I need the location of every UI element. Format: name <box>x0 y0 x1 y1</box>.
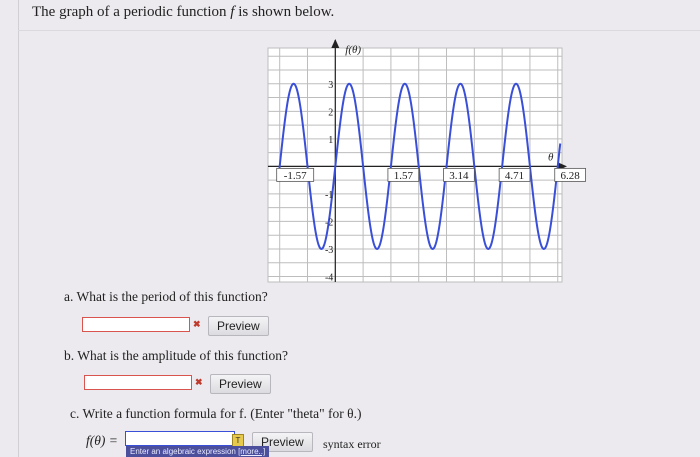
formula-lhs: f(θ) = <box>86 433 118 448</box>
y-tick-label: -4 <box>325 272 333 283</box>
question-a-label: a. What is the period of this function? <box>64 289 268 304</box>
y-tick-label: -2 <box>325 217 333 228</box>
x-tick-label: 4.71 <box>505 170 524 182</box>
y-tick-label: 3 <box>328 80 333 91</box>
y-tick-label: 1 <box>328 135 333 146</box>
x-tick-label: 3.14 <box>449 170 469 182</box>
error-mark-icon: ✖ <box>195 377 203 387</box>
y-tick-label: -3 <box>325 245 333 256</box>
formula-answer-input[interactable] <box>125 431 235 446</box>
preview-button-b[interactable]: Preview <box>210 374 271 394</box>
x-tick-label: 6.28 <box>561 170 581 182</box>
x-tick-label: -1.57 <box>284 170 307 182</box>
y-tick-label: 2 <box>328 107 333 118</box>
y-tick-label: -1 <box>325 190 333 201</box>
tooltip-text: Enter an algebraic expression <box>130 447 236 456</box>
question-c-label: c. Write a function formula for f. (Ente… <box>70 406 362 421</box>
x-tick-label: 1.57 <box>394 170 414 182</box>
y-axis-label: f(θ) <box>345 44 361 56</box>
preview-button-a[interactable]: Preview <box>208 316 269 336</box>
amplitude-answer-input[interactable] <box>84 375 192 390</box>
y-axis-arrow-icon <box>331 39 340 48</box>
period-answer-input[interactable] <box>82 317 190 332</box>
x-axis-label: θ <box>548 151 554 163</box>
input-hint-tooltip: Enter an algebraic expression [more..] <box>126 446 270 457</box>
plot-area <box>267 47 563 283</box>
error-mark-icon: ✖ <box>193 319 201 329</box>
question-b-label: b. What is the amplitude of this functio… <box>64 348 288 363</box>
syntax-error-message: syntax error <box>323 437 381 451</box>
tooltip-more-link[interactable]: [more..] <box>238 447 265 456</box>
